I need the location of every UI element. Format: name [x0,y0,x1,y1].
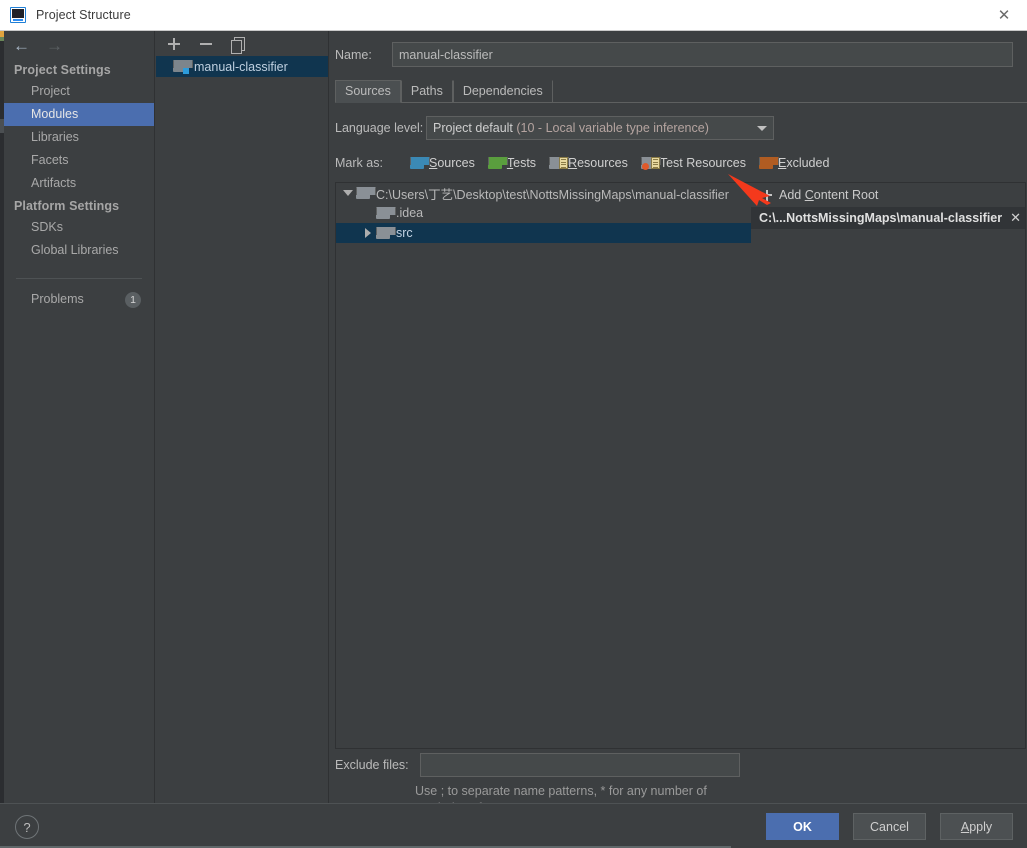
footer-buttons: OK Cancel Apply [766,813,1013,840]
sidebar-item-project[interactable]: Project [4,80,154,103]
ok-button[interactable]: OK [766,813,839,840]
module-editor-panel: Name: Sources Paths Dependencies Languag… [330,31,1027,803]
modules-toolbar [156,31,328,56]
chevron-down-icon [757,126,767,131]
language-level-select[interactable]: Project default (10 - Local variable typ… [426,116,774,140]
sidebar-divider [16,278,142,279]
language-level-value: Project default (10 - Local variable typ… [433,121,751,135]
content-root-tree[interactable]: C:\Users\丁艺\Desktop\test\NottsMissingMap… [335,182,751,749]
forward-arrow-icon[interactable]: → [46,37,63,54]
module-list-item[interactable]: manual-classifier [156,56,328,77]
folder-test-resources-icon [641,157,656,170]
content-root-item[interactable]: C:\...NottsMissingMaps\manual-classifier… [751,207,1025,229]
window-title: Project Structure [36,8,131,22]
language-level-label: Language level: [335,121,426,135]
modules-list-panel: manual-classifier [156,31,329,803]
chevron-down-icon[interactable] [340,190,356,196]
folder-blue-icon [410,157,425,170]
sidebar-item-modules[interactable]: Modules [4,103,154,126]
tab-paths[interactable]: Paths [401,80,453,102]
mark-as-label: Mark as: [335,156,410,170]
sidebar-item-libraries[interactable]: Libraries [4,126,154,149]
mark-as-tests-label: Tests [507,156,536,170]
content-roots-panel: Add Content Root C:\...NottsMissingMaps\… [751,182,1026,749]
module-name-row: Name: [335,42,1013,67]
mark-as-test-resources-button[interactable]: Test Resources [641,156,746,170]
language-level-row: Language level: Project default (10 - Lo… [335,116,1027,140]
sidebar-item-global-libraries[interactable]: Global Libraries [4,239,154,262]
folder-orange-icon [759,157,774,170]
tree-row-label: src [396,226,413,240]
exclude-files-row: Exclude files: [335,753,740,777]
apply-button[interactable]: Apply [940,813,1013,840]
language-level-value-bold: Project default [433,121,516,135]
tree-row-label: C:\Users\丁艺\Desktop\test\NottsMissingMap… [376,184,729,203]
add-content-root-button[interactable]: Add Content Root [751,183,1025,207]
problems-count-badge: 1 [125,292,141,308]
tab-sources[interactable]: Sources [335,80,401,103]
module-tabs: Sources Paths Dependencies [335,80,1027,103]
tab-dependencies[interactable]: Dependencies [453,80,553,102]
content-root-path: C:\...NottsMissingMaps\manual-classifier [759,211,1007,225]
mark-as-resources-button[interactable]: Resources [549,156,628,170]
tree-row[interactable]: src [336,223,751,243]
exclude-files-label: Exclude files: [335,758,420,772]
tree-row-label: .idea [396,206,423,220]
folder-icon [376,227,391,240]
cancel-button[interactable]: Cancel [853,813,926,840]
sidebar-item-sdks[interactable]: SDKs [4,216,154,239]
module-list-item-label: manual-classifier [194,60,288,74]
project-structure-dialog: Project Structure ✕ ← → Project Settings… [0,0,1027,848]
intellij-idea-icon [10,7,26,23]
sidebar-item-facets[interactable]: Facets [4,149,154,172]
folder-resources-icon [549,157,564,170]
back-arrow-icon[interactable]: ← [13,37,30,54]
mark-as-resources-label: Resources [568,156,628,170]
mark-as-sources-button[interactable]: Sources [410,156,475,170]
folder-green-icon [488,157,503,170]
sources-content-area: C:\Users\丁艺\Desktop\test\NottsMissingMap… [335,182,1026,749]
dialog-footer: ? OK Cancel Apply [0,803,1027,848]
mark-as-test-resources-label: Test Resources [660,156,746,170]
plus-icon [761,190,772,201]
section-heading-project-settings: Project Settings [4,59,154,80]
help-button[interactable]: ? [15,815,39,839]
copy-icon[interactable] [229,35,247,53]
sidebar-item-problems[interactable]: Problems 1 [4,288,154,311]
close-icon[interactable]: ✕ [981,0,1027,30]
minus-icon[interactable] [197,35,215,53]
folder-icon [376,207,391,220]
remove-content-root-icon[interactable]: ✕ [1007,210,1021,226]
add-content-root-label: Add Content Root [779,188,878,202]
language-level-value-rest: (10 - Local variable type inference) [516,121,708,135]
name-label: Name: [335,48,392,62]
mark-as-row: Mark as: Sources Tests Resources [335,153,1027,173]
sidebar-item-artifacts[interactable]: Artifacts [4,172,154,195]
section-heading-platform-settings: Platform Settings [4,195,154,216]
settings-sidebar: ← → Project Settings Project Modules Lib… [4,31,155,803]
sidebar-item-label: Problems [31,292,84,306]
mark-as-excluded-label: Excluded [778,156,829,170]
exclude-files-input[interactable] [420,753,740,777]
plus-icon[interactable] [165,35,183,53]
module-name-input[interactable] [392,42,1013,67]
chevron-right-icon[interactable] [360,228,376,238]
module-folder-icon [173,60,188,73]
tree-row[interactable]: .idea [336,203,751,223]
title-bar: Project Structure ✕ [0,0,1027,31]
mark-as-sources-label: Sources [429,156,475,170]
mark-as-excluded-button[interactable]: Excluded [759,156,829,170]
tree-row[interactable]: C:\Users\丁艺\Desktop\test\NottsMissingMap… [336,183,751,203]
folder-icon [356,187,371,200]
sidebar-nav-arrows: ← → [4,31,154,59]
mark-as-tests-button[interactable]: Tests [488,156,536,170]
